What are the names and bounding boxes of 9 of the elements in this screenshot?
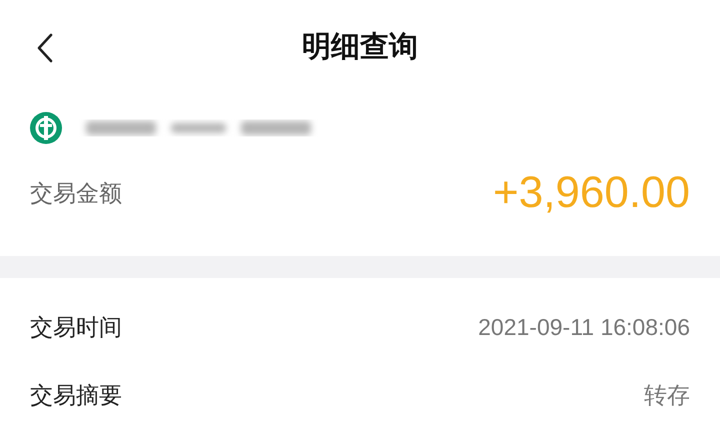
page-title: 明细查询 <box>302 30 418 66</box>
detail-value: 2021-09-11 16:08:06 <box>478 312 690 342</box>
back-icon <box>36 33 54 63</box>
amount-label: 交易金额 <box>30 178 122 208</box>
detail-value: 转存 <box>644 380 690 410</box>
bank-logo-icon <box>30 112 62 144</box>
detail-label: 交易摘要 <box>30 380 122 410</box>
detail-label: 交易时间 <box>30 312 122 342</box>
transaction-amount: +3,960.00 <box>493 167 690 219</box>
